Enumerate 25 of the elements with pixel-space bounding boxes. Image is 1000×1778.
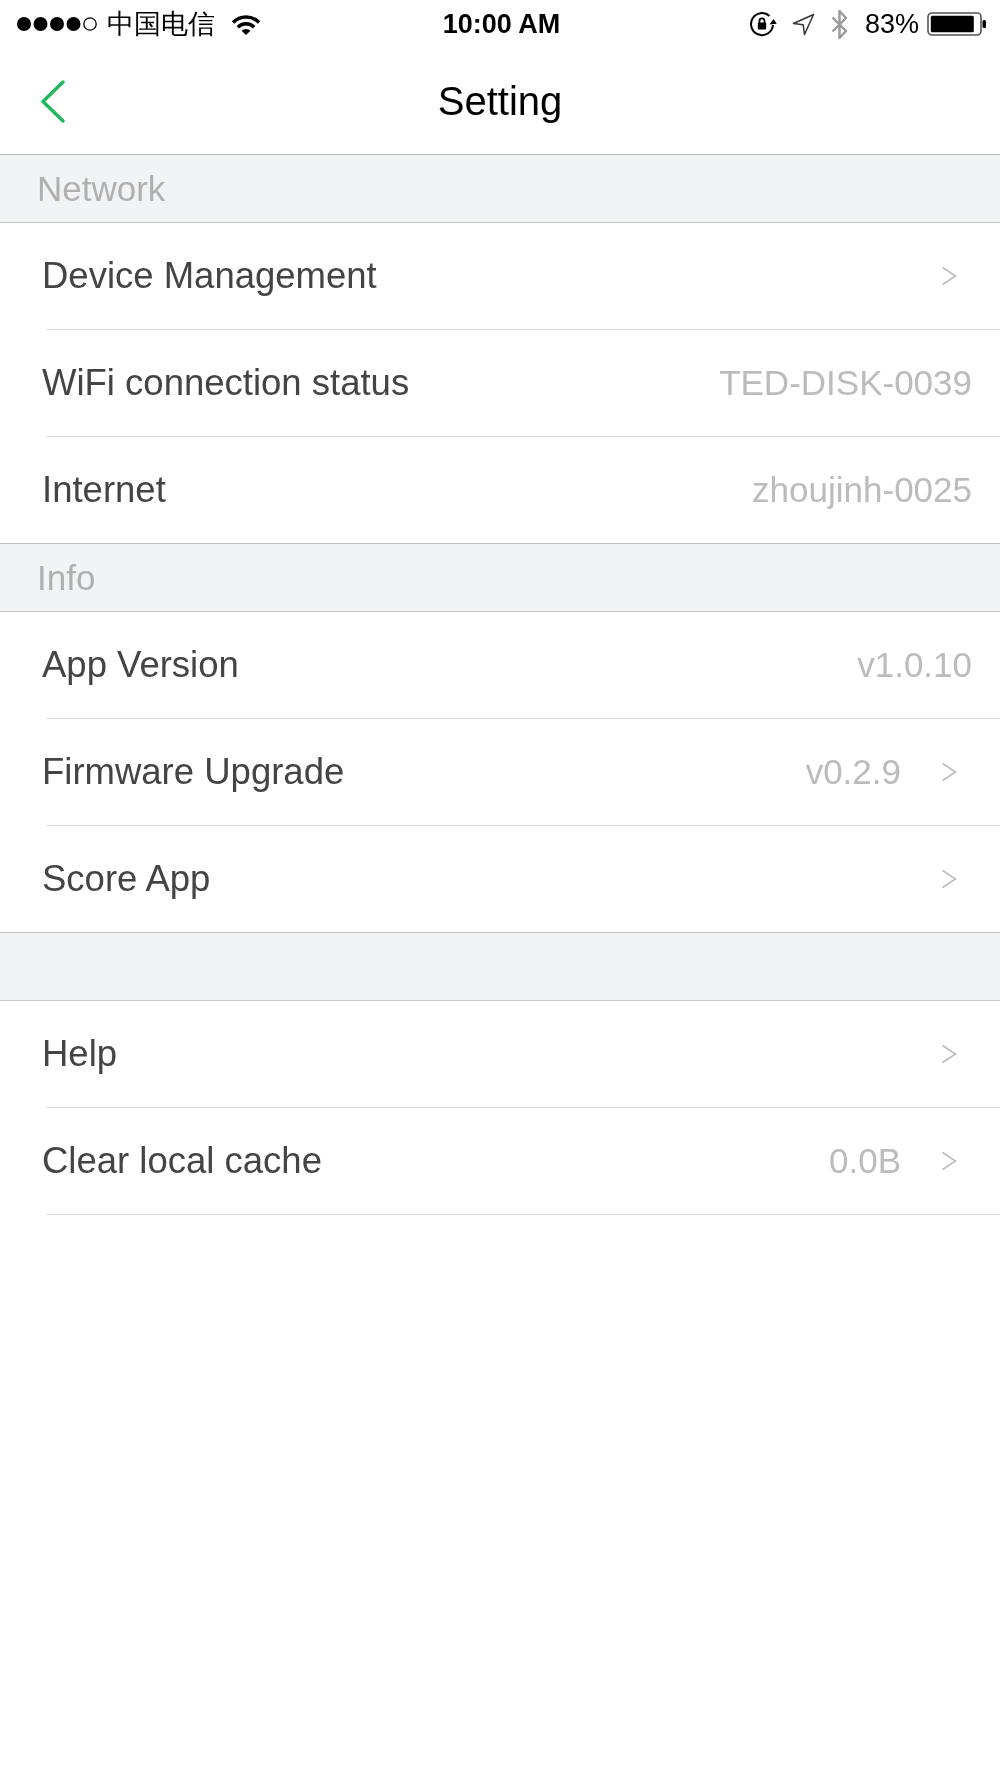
setting-label[interactable]: Help xyxy=(42,1032,901,1076)
setting-value: TED-DISK-0039 xyxy=(719,362,972,404)
screen-title: Setting xyxy=(437,78,563,125)
setting-value: v0.2.9 xyxy=(805,751,901,793)
clock-time: 10:00 AM xyxy=(442,8,561,40)
location-arrow-icon xyxy=(791,12,815,36)
setting-label: WiFi connection status xyxy=(42,361,411,405)
setting-label[interactable]: Firmware Upgrade xyxy=(42,750,806,794)
setting-value: 0.0B xyxy=(829,1140,901,1182)
setting-label: App Version xyxy=(42,643,240,687)
setting-value: zhoujinh-0025 xyxy=(752,469,972,511)
setting-label[interactable]: Score App xyxy=(42,857,901,901)
battery-percent: 83% xyxy=(864,8,919,40)
battery-icon xyxy=(927,12,987,36)
setting-value: v1.0.10 xyxy=(857,644,972,686)
signal-strength-icon xyxy=(16,16,98,32)
wifi-icon xyxy=(231,13,261,35)
section-title: Info xyxy=(37,556,96,599)
bluetooth-icon xyxy=(829,7,849,41)
setting-label[interactable]: Device Management xyxy=(42,254,901,298)
rotation-lock-icon xyxy=(748,11,777,37)
section-title: Network xyxy=(37,167,166,210)
setting-label: Internet xyxy=(42,468,167,512)
setting-label[interactable]: Clear local cache xyxy=(42,1139,829,1183)
carrier-name: 中国电信 xyxy=(107,8,215,40)
